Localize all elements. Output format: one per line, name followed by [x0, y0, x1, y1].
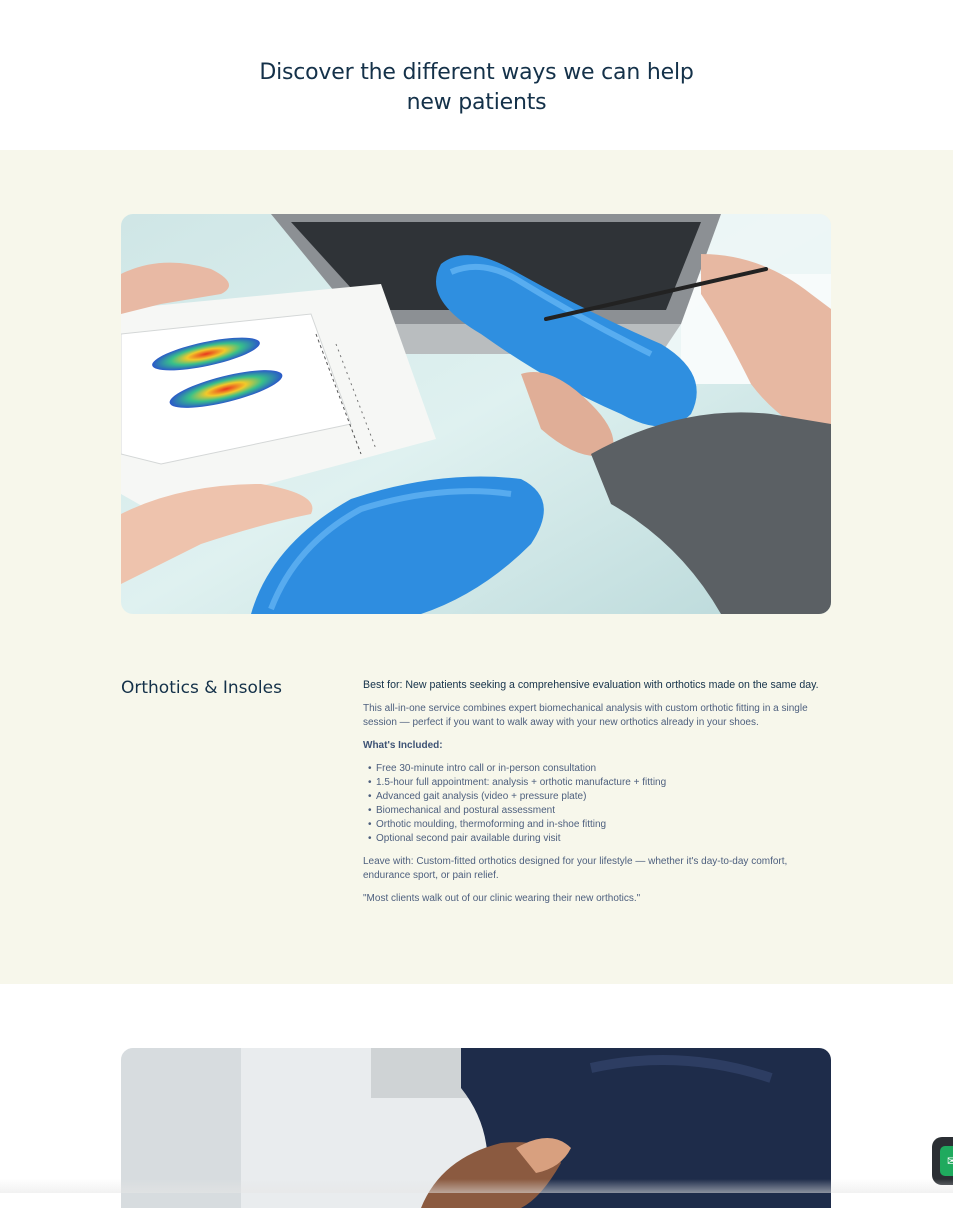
list-item: Advanced gait analysis (video + pressure… [363, 790, 831, 804]
leave-with-text: Leave with: Custom-fitted orthotics desi… [363, 855, 788, 881]
bottom-shadow [0, 1179, 953, 1193]
orthotics-photo [121, 214, 831, 614]
service-intro: This all-in-one service combines expert … [363, 702, 808, 728]
client-quote: "Most clients walk out of our clinic wea… [363, 892, 641, 904]
list-item: Free 30-minute intro call or in-person c… [363, 762, 831, 776]
chat-icon: ✉ [940, 1146, 953, 1176]
page-title-line-1: Discover the different ways we can help [259, 60, 694, 85]
page-title-line-2: new patients [406, 90, 547, 115]
list-item: Orthotic moulding, thermoforming and in-… [363, 818, 831, 832]
list-item: Biomechanical and postural assessment [363, 804, 831, 818]
service-title: Orthotics & Insoles [121, 678, 282, 698]
page-title: Discover the different ways we can help … [0, 58, 953, 118]
list-item: Optional second pair available during vi… [363, 832, 831, 846]
best-for-text: Best for: New patients seeking a compreh… [363, 679, 819, 691]
included-list: Free 30-minute intro call or in-person c… [363, 762, 831, 846]
service-description: Best for: New patients seeking a compreh… [363, 678, 831, 915]
list-item: 1.5-hour full appointment: analysis + or… [363, 776, 831, 790]
included-label: What's Included: [363, 739, 443, 751]
chat-widget-button[interactable]: ✉ [932, 1137, 953, 1185]
